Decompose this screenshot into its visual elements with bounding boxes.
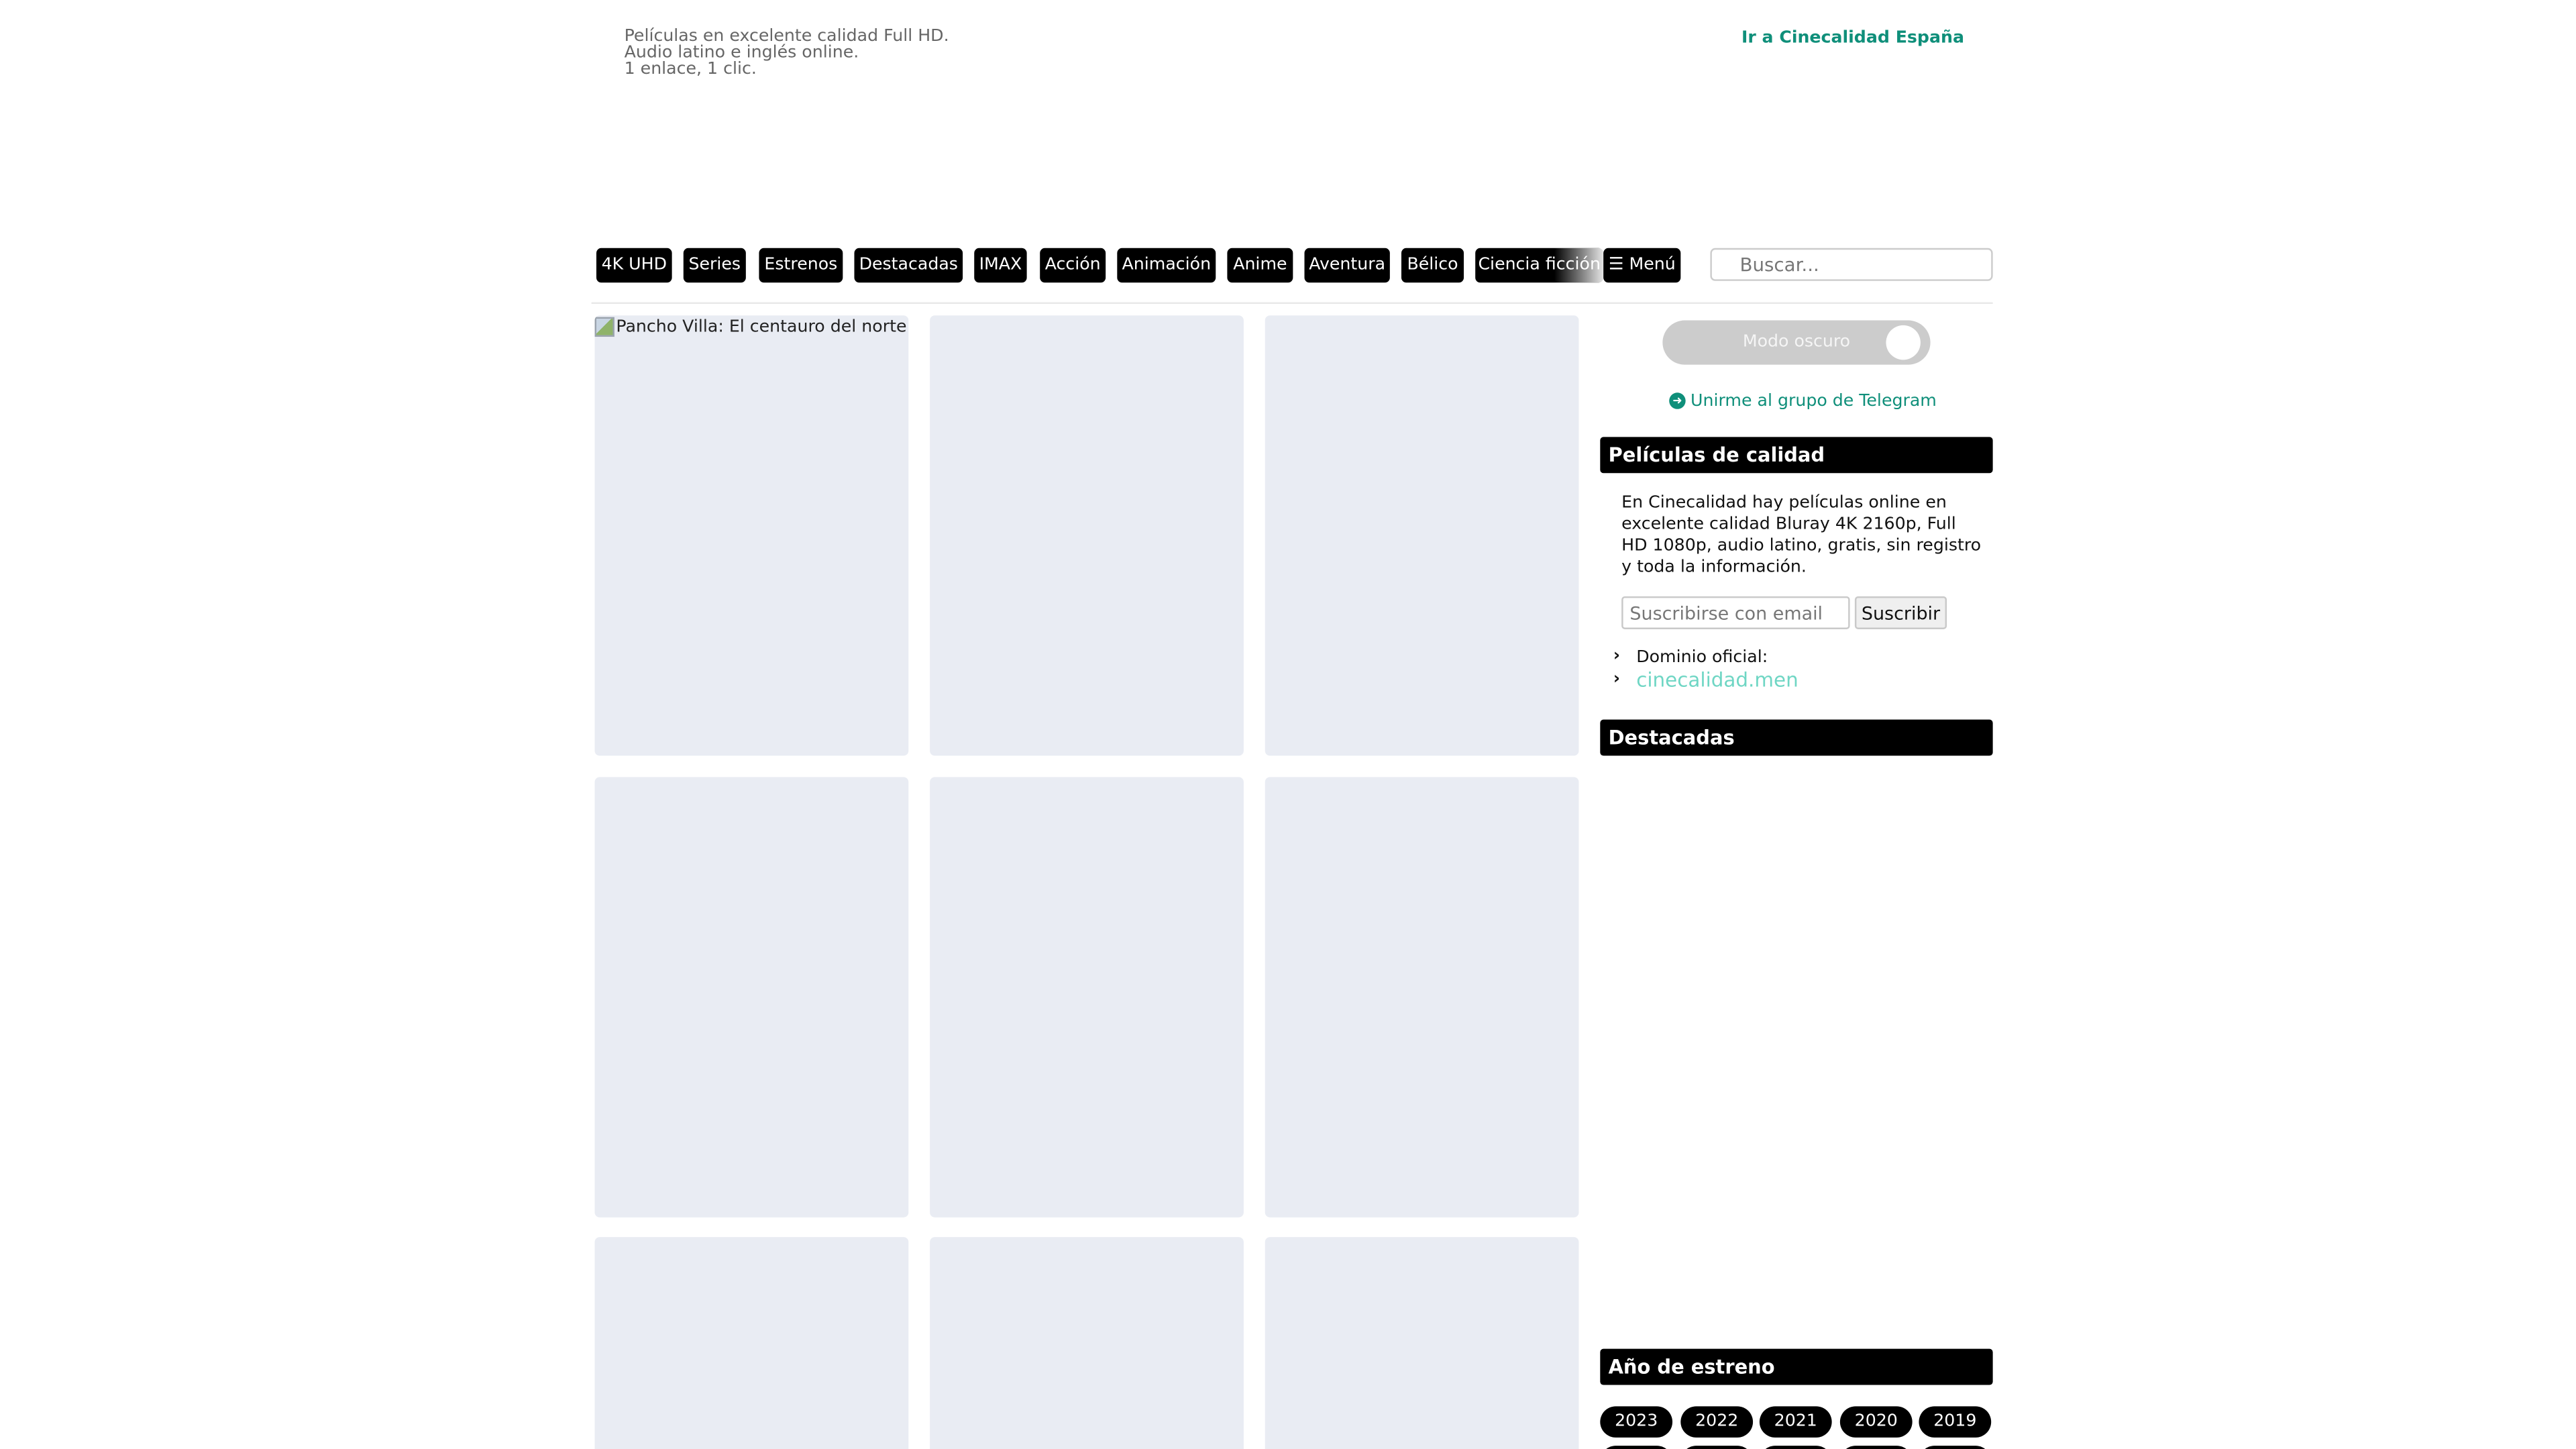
spain-site-link[interactable]: Ir a Cinecalidad España [1741,28,1964,48]
telegram-link[interactable]: ➜ Unirme al grupo de Telegram [1669,391,1937,411]
category-nav: 4K UHD Series Estrenos Destacadas IMAX A… [596,248,1681,283]
subscribe-button[interactable]: Suscribir [1854,596,1947,629]
year-button[interactable] [1919,1446,1992,1449]
movie-card[interactable] [594,1237,909,1449]
tagline-line-2: Audio latino e inglés online. [624,42,859,63]
chevron-right-icon: › [1613,647,1621,665]
chevron-right-icon: › [1613,670,1621,689]
dark-mode-toggle[interactable]: Modo oscuro [1662,320,1931,365]
telegram-label: Unirme al grupo de Telegram [1690,390,1937,411]
broken-image-icon [594,317,614,337]
nav-item-belico[interactable]: Bélico [1401,248,1464,283]
subscribe-email-input[interactable] [1621,596,1850,629]
nav-item-destacadas[interactable]: Destacadas [854,248,963,283]
movie-card[interactable] [594,777,909,1218]
nav-item-animacion[interactable]: Animación [1117,248,1216,283]
movie-poster-alt: Pancho Villa: El centauro del norte [594,315,907,337]
year-button-2021[interactable]: 2021 [1759,1406,1832,1438]
tagline-line-1: Películas en excelente calidad Full HD. [624,26,949,46]
official-domain-link[interactable]: cinecalidad.men [1636,669,1799,692]
movie-card[interactable] [1265,1237,1579,1449]
year-button[interactable] [1839,1446,1913,1449]
year-button-2020[interactable]: 2020 [1839,1406,1913,1438]
movie-title-alt: Pancho Villa: El centauro del norte [616,317,907,337]
year-button[interactable] [1759,1446,1832,1449]
movie-card[interactable] [930,777,1244,1218]
year-button[interactable] [1680,1446,1754,1449]
site-tagline: Películas en excelente calidad Full HD. … [625,28,949,77]
nav-scroll-fade [1554,248,1604,283]
movie-card[interactable] [1265,315,1579,756]
movie-card[interactable] [1265,777,1579,1218]
nav-item-accion[interactable]: Acción [1040,248,1106,283]
toggle-knob [1886,325,1921,360]
quality-description: En Cinecalidad hay películas online en e… [1621,492,1982,577]
movie-card[interactable] [930,315,1244,756]
featured-widget-title: Destacadas [1600,719,1993,756]
year-button[interactable] [1600,1446,1673,1449]
nav-item-imax[interactable]: IMAX [974,248,1027,283]
telegram-arrow-icon: ➜ [1669,392,1686,409]
menu-button[interactable]: ☰ Menú [1603,248,1681,283]
year-button-2022[interactable]: 2022 [1680,1406,1754,1438]
nav-item-4k-uhd[interactable]: 4K UHD [596,248,672,283]
movie-card[interactable] [930,1237,1244,1449]
movie-card[interactable]: Pancho Villa: El centauro del norte [594,315,909,756]
header-divider [591,302,1993,305]
nav-item-estrenos[interactable]: Estrenos [759,248,843,283]
year-button-2023[interactable]: 2023 [1600,1406,1673,1438]
tagline-line-3: 1 enlace, 1 clic. [624,59,757,79]
official-domain-label: Dominio oficial: [1636,647,1768,667]
quality-widget-title: Películas de calidad [1600,437,1993,474]
nav-item-series[interactable]: Series [683,248,746,283]
search-input[interactable] [1710,248,1993,281]
year-widget-title: Año de estreno [1600,1348,1993,1385]
nav-item-anime[interactable]: Anime [1227,248,1293,283]
year-button-2019[interactable]: 2019 [1919,1406,1992,1438]
nav-item-aventura[interactable]: Aventura [1304,248,1390,283]
page: Películas en excelente calidad Full HD. … [0,0,2576,1449]
